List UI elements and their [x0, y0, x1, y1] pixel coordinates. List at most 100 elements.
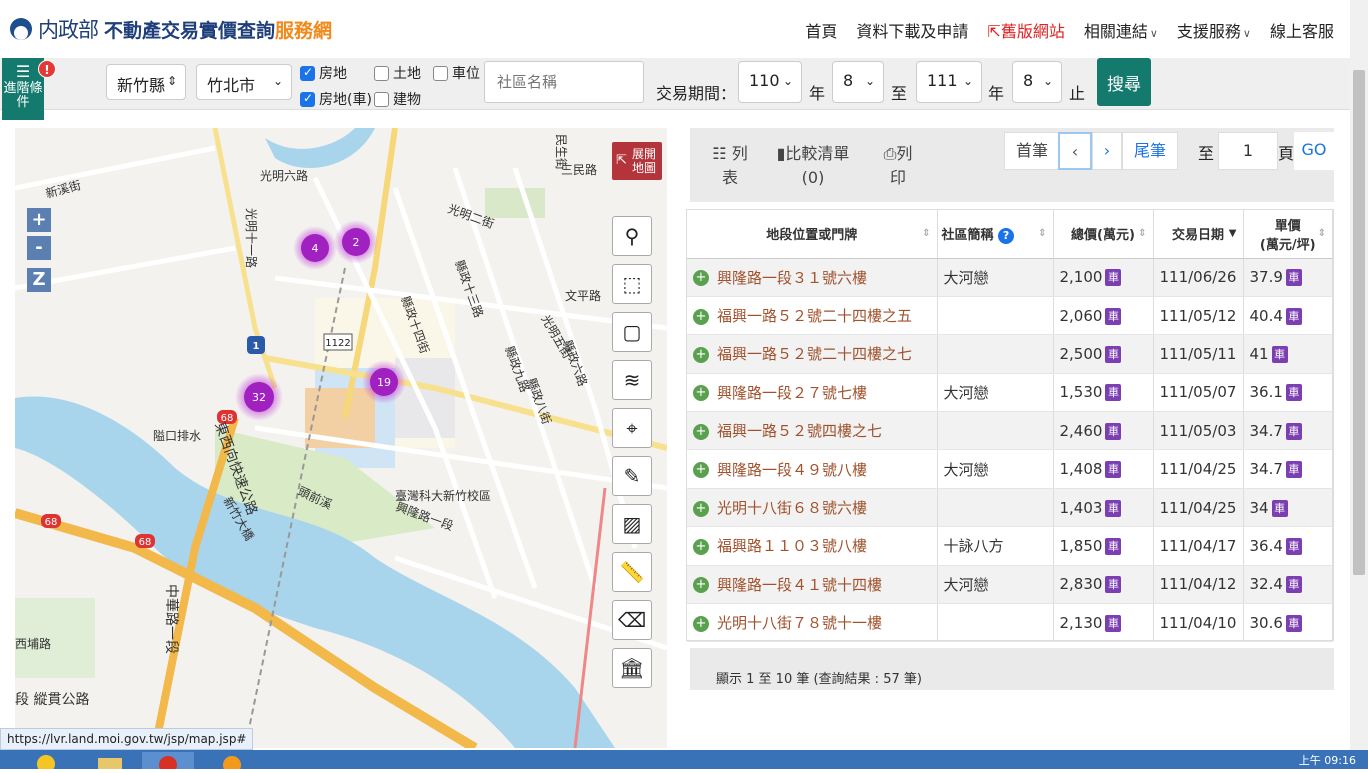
nav-old-site[interactable]: ⇱舊版網站	[987, 18, 1064, 42]
table-row[interactable]: + 福興一路５２號二十四樓之五 2,060 車 111/05/12 40.4 車	[687, 296, 1333, 336]
first-page-button[interactable]: 首筆	[1004, 132, 1060, 170]
parking-badge[interactable]: 車	[1105, 499, 1122, 517]
landmark-tool-button[interactable]: 🏛	[612, 648, 652, 688]
header-unit-price[interactable]: 單價 (萬元/坪) ⇕	[1243, 210, 1333, 259]
header-total-price[interactable]: 總價(萬元) ⇕	[1053, 210, 1154, 259]
expand-plus-icon[interactable]: +	[693, 500, 709, 517]
expand-plus-icon[interactable]: +	[693, 308, 709, 325]
cluster-marker[interactable]: 19	[362, 360, 406, 404]
header-address[interactable]: 地段位置或門牌 ⇕	[687, 210, 938, 259]
polygon-tool-button[interactable]: ▨	[612, 504, 652, 544]
start-month-select[interactable]: 8 ⌄	[832, 61, 884, 103]
last-page-button[interactable]: 尾筆	[1122, 132, 1178, 170]
go-button[interactable]: GO	[1294, 132, 1334, 170]
table-row[interactable]: + 興隆路一段４１號十四樓 大河戀 2,830 車 111/04/12 32.4 車	[687, 565, 1333, 605]
parking-badge[interactable]: 車	[1285, 422, 1302, 440]
cell-address[interactable]: + 福興一路５２號二十四樓之五	[687, 296, 938, 336]
cluster-marker[interactable]: 4	[293, 226, 337, 270]
taskbar-folder-icon[interactable]	[84, 752, 136, 769]
parking-badge[interactable]: 車	[1285, 307, 1302, 325]
table-row[interactable]: + 光明十八街６８號六樓 1,403 車 111/04/25 34 車	[687, 488, 1333, 528]
location-pin-tool-button[interactable]: ⚲	[612, 216, 652, 256]
table-row[interactable]: + 福興路１１０３號八樓 十詠八方 1,850 車 111/04/17 36.4 車	[687, 526, 1333, 566]
parking-badge[interactable]: 車	[1105, 345, 1122, 363]
parking-badge[interactable]: 車	[1105, 384, 1122, 402]
zoom-in-button[interactable]: +	[27, 208, 51, 232]
header-community[interactable]: 社區簡稱 ? ⇕	[937, 210, 1054, 259]
cluster-marker[interactable]: 2	[334, 220, 378, 264]
site-logo[interactable]: 内政部 不動產交易實價查詢 服務網	[10, 14, 332, 44]
parking-badge[interactable]: 車	[1285, 269, 1302, 287]
select-rect-tool-button[interactable]: ▢	[612, 312, 652, 352]
parking-badge[interactable]: 車	[1105, 269, 1122, 287]
checkbox-parking[interactable]: 車位	[433, 63, 480, 83]
table-row[interactable]: + 福興一路５２號二十四樓之七 2,500 車 111/05/11 41 車	[687, 334, 1333, 374]
end-year-select[interactable]: 111 ⌄	[916, 61, 982, 103]
expand-plus-icon[interactable]: +	[693, 615, 709, 632]
table-row[interactable]: + 興隆路一段２７號七樓 大河戀 1,530 車 111/05/07 36.1 車	[687, 373, 1333, 413]
nav-download[interactable]: 資料下載及申請	[856, 18, 968, 42]
taskbar-app-icon[interactable]	[206, 752, 258, 773]
taskbar-chrome-icon[interactable]	[142, 752, 194, 773]
expand-plus-icon[interactable]: +	[693, 385, 709, 402]
search-button[interactable]: 搜尋	[1097, 58, 1151, 106]
page-number-input[interactable]: 1	[1218, 132, 1278, 170]
expand-plus-icon[interactable]: +	[693, 270, 709, 287]
cluster-marker[interactable]: 32	[235, 373, 283, 421]
cell-address[interactable]: + 興隆路一段４１號十四樓	[687, 565, 938, 605]
expand-map-button[interactable]: ⇱ 展開 地圖	[612, 142, 662, 180]
cell-address[interactable]: + 興隆路一段３１號六樓	[687, 258, 938, 297]
cell-address[interactable]: + 興隆路一段４９號八樓	[687, 449, 938, 489]
table-row[interactable]: + 興隆路一段３１號六樓 大河戀 2,100 車 111/06/26 37.9 車	[687, 258, 1333, 297]
zoom-out-button[interactable]: -	[27, 236, 51, 260]
prev-page-button[interactable]: ‹	[1058, 132, 1092, 170]
table-row[interactable]: + 光明十八街７８號十一樓 2,130 車 111/04/10 30.6 車	[687, 603, 1333, 643]
expand-plus-icon[interactable]: +	[693, 462, 709, 479]
table-row[interactable]: + 福興一路５２號四樓之七 2,460 車 111/05/03 34.7 車	[687, 411, 1333, 451]
expand-plus-icon[interactable]: +	[693, 423, 709, 440]
zoom-reset-button[interactable]: Z	[27, 268, 51, 292]
scroll-thumb[interactable]	[1353, 70, 1365, 575]
end-month-select[interactable]: 8 ⌄	[1012, 61, 1062, 103]
parking-badge[interactable]: 車	[1285, 384, 1302, 402]
taskbar-ie-icon[interactable]	[20, 752, 72, 773]
checkbox-house-car[interactable]: 房地(車)	[300, 89, 372, 109]
nav-support[interactable]: 支援服務 ∨	[1177, 18, 1251, 42]
cell-address[interactable]: + 福興路１１０３號八樓	[687, 526, 938, 566]
parking-badge[interactable]: 車	[1285, 461, 1302, 479]
parking-badge[interactable]: 車	[1271, 499, 1288, 517]
parking-badge[interactable]: 車	[1105, 307, 1122, 325]
cell-address[interactable]: + 興隆路一段２７號七樓	[687, 373, 938, 413]
next-page-button[interactable]: ›	[1092, 132, 1122, 170]
expand-plus-icon[interactable]: +	[693, 538, 709, 555]
cell-address[interactable]: + 福興一路５２號二十四樓之七	[687, 334, 938, 374]
parking-badge[interactable]: 車	[1285, 537, 1302, 555]
nav-customer-service[interactable]: 線上客服	[1270, 18, 1334, 42]
cell-address[interactable]: + 光明十八街６８號六樓	[687, 488, 938, 528]
checkbox-land[interactable]: 土地	[374, 63, 421, 83]
header-date[interactable]: 交易日期 ▼	[1153, 210, 1244, 259]
parking-badge[interactable]: 車	[1105, 614, 1122, 632]
nav-home[interactable]: 首頁	[805, 18, 837, 42]
table-row[interactable]: + 興隆路一段４９號八樓 大河戀 1,408 車 111/04/25 34.7 車	[687, 449, 1333, 489]
measure-tool-button[interactable]: 📏	[612, 552, 652, 592]
expand-plus-icon[interactable]: +	[693, 577, 709, 594]
checkbox-house[interactable]: 房地	[300, 63, 347, 83]
eraser-tool-button[interactable]: ⌫	[612, 600, 652, 640]
map-canvas[interactable]: 1 1122 68 68 68 光明六路 新溪街 光明十一路 光明二街 文平路 …	[15, 128, 667, 748]
district-select[interactable]: 竹北市 ⌄	[196, 64, 292, 100]
draw-tool-button[interactable]: ✎	[612, 456, 652, 496]
layers-tool-button[interactable]: ≋	[612, 360, 652, 400]
cell-address[interactable]: + 福興一路５２號四樓之七	[687, 411, 938, 451]
parking-badge[interactable]: 車	[1285, 614, 1302, 632]
my-location-tool-button[interactable]: ⌖	[612, 408, 652, 448]
parking-badge[interactable]: 車	[1105, 422, 1122, 440]
start-year-select[interactable]: 110 ⌄	[738, 61, 802, 103]
parking-badge[interactable]: 車	[1105, 461, 1122, 479]
cell-address[interactable]: + 光明十八街７８號十一樓	[687, 603, 938, 643]
checkbox-building[interactable]: 建物	[374, 89, 421, 109]
list-view-button[interactable]: ☷ 列 表	[710, 142, 750, 190]
county-select[interactable]: 新竹縣 ⇕	[106, 64, 186, 100]
page-scrollbar[interactable]	[1350, 0, 1368, 750]
parking-badge[interactable]: 車	[1105, 537, 1122, 555]
